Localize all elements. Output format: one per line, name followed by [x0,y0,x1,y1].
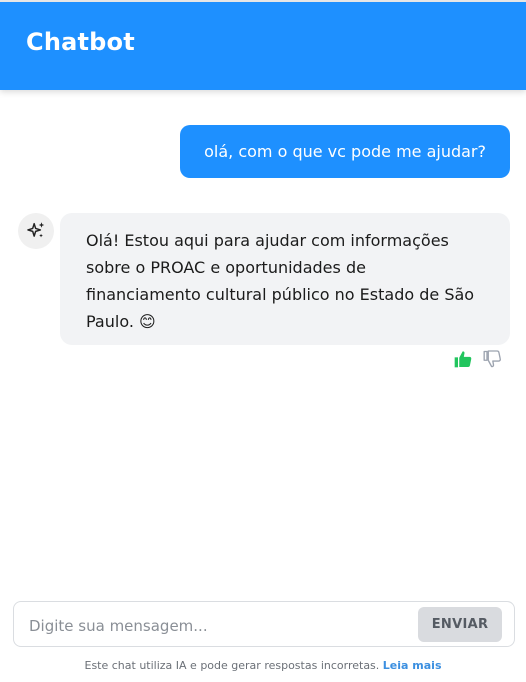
bot-message: Olá! Estou aqui para ajudar com informaç… [60,213,510,345]
disclaimer: Este chat utiliza IA e pode gerar respos… [0,659,526,672]
dislike-button[interactable] [480,348,504,370]
like-button[interactable] [451,348,475,370]
thumbs-down-icon [483,350,501,368]
chat-header: Chatbot [0,0,526,90]
message-composer: ENVIAR [13,601,515,647]
bot-avatar [18,213,54,249]
disclaimer-text: Este chat utiliza IA e pode gerar respos… [84,659,380,672]
read-more-link[interactable]: Leia mais [383,659,442,672]
send-button[interactable]: ENVIAR [418,607,502,642]
header-title: Chatbot [26,28,135,56]
user-message-text: olá, com o que vc pode me ajudar? [204,142,486,161]
user-message: olá, com o que vc pode me ajudar? [180,125,510,178]
bot-message-text: Olá! Estou aqui para ajudar com informaç… [86,231,475,331]
message-input[interactable] [27,612,411,640]
sparkles-icon [27,222,45,238]
thumbs-up-icon [454,351,472,368]
